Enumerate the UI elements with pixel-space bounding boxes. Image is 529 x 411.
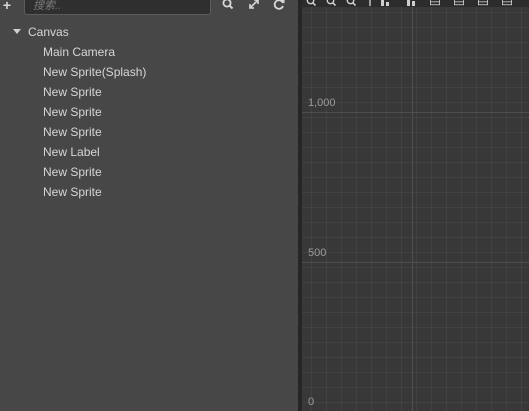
hierarchy-toolbar: + — [0, 0, 298, 18]
align-top-icon[interactable] — [380, 0, 390, 6]
tree-item[interactable]: New Sprite — [0, 162, 298, 182]
grid-major-line — [412, 7, 413, 411]
scene-tree: Canvas Main Camera New Sprite(Splash) Ne… — [0, 22, 298, 202]
tree-item[interactable]: New Sprite — [0, 122, 298, 142]
grid-major-line — [302, 262, 529, 263]
y-axis-label: 500 — [308, 247, 327, 259]
tree-item[interactable]: New Sprite — [0, 102, 298, 122]
hierarchy-panel: + 搜索.. Canvas Main Camera New Sprite(Spl… — [0, 0, 298, 411]
align-hcenter-icon[interactable] — [478, 0, 488, 6]
tree-item[interactable]: New Sprite — [0, 82, 298, 102]
editor-window: + 搜索.. Canvas Main Camera New Sprite(Spl… — [0, 0, 529, 411]
align-bottom-icon[interactable] — [430, 0, 440, 6]
align-vcenter-icon[interactable] — [406, 0, 416, 6]
tree-item-label: Main Camera — [43, 45, 116, 59]
align-left-icon[interactable] — [454, 0, 464, 6]
tree-item[interactable]: Main Camera — [0, 42, 298, 62]
tree-item[interactable]: New Label — [0, 142, 298, 162]
tree-item-label: New Sprite — [43, 85, 102, 99]
tree-item[interactable]: New Sprite(Splash) — [0, 62, 298, 82]
grid-major-line — [302, 112, 529, 113]
expand-arrows-icon[interactable] — [247, 0, 261, 12]
y-axis-label: 0 — [308, 396, 315, 408]
tree-item-label: New Sprite — [43, 125, 102, 139]
pivot-icon[interactable] — [365, 0, 375, 6]
y-axis-label: 1,000 — [308, 97, 336, 109]
tree-item-label: Canvas — [28, 25, 69, 39]
tree-item-label: New Sprite — [43, 105, 102, 119]
align-right-icon[interactable] — [502, 0, 512, 6]
tree-item-label: New Label — [43, 145, 100, 159]
zoom-in-icon[interactable] — [346, 0, 356, 6]
tree-item[interactable]: New Sprite — [0, 182, 298, 202]
zoom-reset-icon[interactable] — [326, 0, 336, 6]
refresh-icon[interactable] — [272, 0, 286, 12]
scene-toolbar — [302, 0, 529, 7]
tree-item-label: New Sprite(Splash) — [43, 65, 147, 79]
tree-item-label: New Sprite — [43, 165, 102, 179]
scene-view[interactable]: 1,000 500 0 — [302, 0, 529, 411]
zoom-out-icon[interactable] — [306, 0, 316, 6]
search-icon[interactable] — [221, 0, 235, 12]
tree-item-canvas[interactable]: Canvas — [0, 22, 298, 42]
search-input[interactable] — [24, 0, 211, 15]
plus-icon[interactable]: + — [0, 0, 14, 12]
caret-down-icon[interactable] — [13, 29, 21, 34]
tree-item-label: New Sprite — [43, 185, 102, 199]
